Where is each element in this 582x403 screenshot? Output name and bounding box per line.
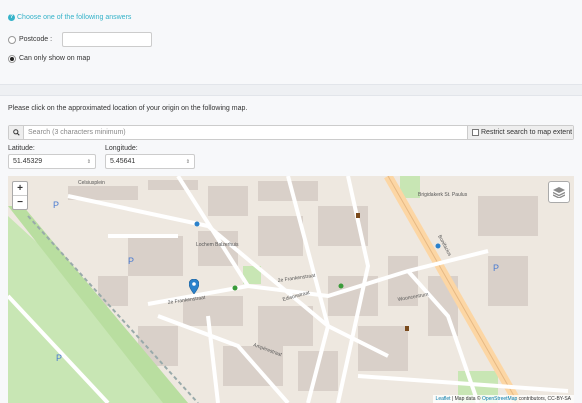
attribution-suffix: contributors, CC-BY-SA xyxy=(518,396,571,402)
map-canvas[interactable]: 2e Frankenstraat 2e Frankenstraat Edison… xyxy=(8,176,574,403)
poi-icon xyxy=(356,213,360,218)
postcode-radio[interactable] xyxy=(8,36,16,44)
layers-icon xyxy=(553,186,565,198)
question-header: ? Choose one of the following answers xyxy=(8,14,131,21)
question-circle-icon: ? xyxy=(8,14,15,21)
attribution-text: | Map data © xyxy=(451,396,481,402)
latitude-label: Latitude: xyxy=(8,145,35,152)
restrict-search-toggle[interactable]: Restrict search to map extent xyxy=(467,126,573,139)
zoom-out-button[interactable]: − xyxy=(13,195,27,209)
longitude-input[interactable]: 5.45641 ⇕ xyxy=(105,154,195,169)
zoom-in-button[interactable]: + xyxy=(13,182,27,195)
question-text: Choose one of the following answers xyxy=(17,14,132,21)
search-icon xyxy=(12,129,20,136)
bus-stop-icon-2 xyxy=(435,243,441,249)
parking-icon-2: P xyxy=(128,256,134,266)
search-input[interactable]: Search (3 characters minimum) xyxy=(24,126,467,139)
restrict-checkbox[interactable] xyxy=(472,129,479,136)
restrict-label: Restrict search to map extent xyxy=(481,129,573,136)
search-button[interactable] xyxy=(9,126,24,139)
park-icon-2 xyxy=(338,283,344,289)
longitude-value: 5.45641 xyxy=(110,158,136,165)
latitude-value: 51.45329 xyxy=(13,158,43,165)
street-label-8: Lochem Balzerhuis xyxy=(196,242,239,248)
latitude-input[interactable]: 51.45329 ⇕ xyxy=(8,154,96,169)
map-tiles: 2e Frankenstraat 2e Frankenstraat Edison… xyxy=(8,176,574,403)
map-only-label: Can only show on map xyxy=(19,55,91,62)
map-only-radio[interactable] xyxy=(8,55,16,63)
map-instruction: Please click on the approximated locatio… xyxy=(8,105,248,112)
park-icon xyxy=(232,285,238,291)
map-panel: Please click on the approximated locatio… xyxy=(0,95,582,403)
leaflet-link[interactable]: Leaflet xyxy=(436,396,451,402)
street-label-7: Brigidakerk St. Paulus xyxy=(418,192,468,198)
map-marker-icon[interactable] xyxy=(189,279,199,294)
longitude-label: Longitude: xyxy=(105,145,138,152)
longitude-spinner-icon[interactable]: ⇕ xyxy=(186,159,190,165)
postcode-input[interactable] xyxy=(62,32,152,47)
poi-icon-2 xyxy=(405,326,409,331)
bus-stop-icon xyxy=(194,221,200,227)
postcode-label: Postcode : xyxy=(19,36,53,43)
street-label-6: Celsiusplein xyxy=(78,180,105,186)
parking-icon: P xyxy=(53,200,59,210)
parking-icon-3: P xyxy=(493,263,499,273)
osm-link[interactable]: OpenStreetMap xyxy=(482,396,517,402)
map-search-bar: Search (3 characters minimum) Restrict s… xyxy=(8,125,574,140)
latitude-spinner-icon[interactable]: ⇕ xyxy=(87,159,91,165)
answer-panel: ? Choose one of the following answers Po… xyxy=(0,0,582,85)
zoom-control: + − xyxy=(12,181,28,210)
layers-button[interactable] xyxy=(548,181,570,203)
parking-icon-4: P xyxy=(56,353,62,363)
